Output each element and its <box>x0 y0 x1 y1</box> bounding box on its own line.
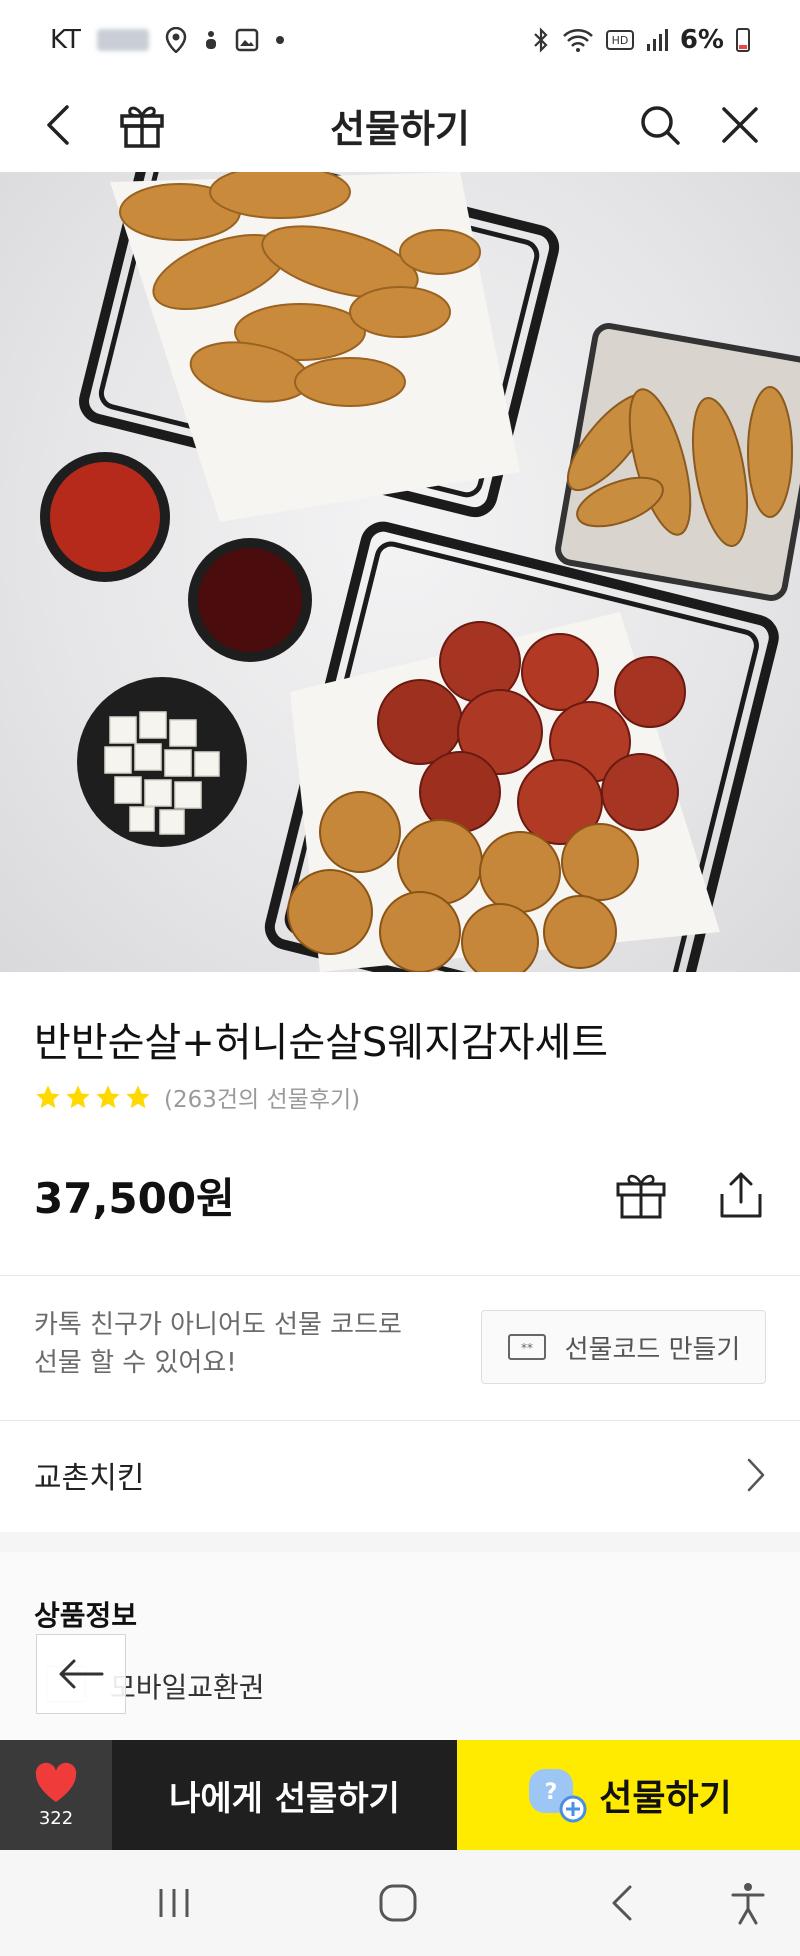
recent-apps-button[interactable] <box>134 1850 214 1956</box>
share-button[interactable] <box>711 1165 771 1225</box>
gift-icon <box>616 1174 666 1219</box>
status-left: KT <box>50 25 285 55</box>
star-icon <box>126 1085 150 1109</box>
back-button[interactable] <box>18 80 98 170</box>
brand-name: 교촌치킨 <box>34 1461 145 1496</box>
star-icon <box>96 1085 120 1109</box>
ticket-icon: ** <box>507 1334 546 1360</box>
product-info-title: 상품정보 <box>34 1599 138 1632</box>
brand-row[interactable]: 교촌치킨 <box>0 1420 800 1530</box>
system-back-button[interactable] <box>582 1850 662 1956</box>
bottom-cta-bar: 322 나에게 선물하기 ? 선물하기 <box>0 1740 800 1850</box>
close-icon <box>722 107 758 143</box>
gallery-icon <box>235 28 259 52</box>
product-type-label: 모바일교환권 <box>110 1671 265 1704</box>
gift-to-self-label: 나에게 선물하기 <box>169 1778 400 1819</box>
gift-code-desc-line1: 카톡 친구가 아니어도 선물 코드로 <box>34 1310 402 1340</box>
accessibility-button[interactable] <box>708 1850 788 1956</box>
gift-box-button[interactable] <box>102 80 182 170</box>
battery-percent: 6% <box>679 25 724 55</box>
review-count[interactable]: (263건의 선물후기) <box>164 1080 360 1114</box>
heart-icon <box>35 1762 77 1802</box>
gift-wrap-button[interactable] <box>611 1165 671 1225</box>
gift-to-self-button[interactable]: 나에게 선물하기 <box>112 1740 457 1850</box>
wifi-icon <box>562 29 593 52</box>
wish-count: 322 <box>38 1807 74 1829</box>
divider <box>0 1275 800 1276</box>
close-button[interactable] <box>700 80 780 170</box>
svg-text:?: ? <box>545 1780 558 1805</box>
section-spacer <box>0 1532 800 1552</box>
hd-icon: HD <box>605 30 634 50</box>
system-nav-bar <box>0 1850 800 1956</box>
accessibility-icon <box>731 1883 765 1925</box>
send-gift-button[interactable]: ? 선물하기 <box>457 1740 800 1850</box>
status-right: HD 6% <box>532 25 750 55</box>
back-arrow-icon <box>47 105 69 145</box>
location-icon <box>165 27 187 53</box>
share-icon <box>720 1172 762 1218</box>
product-name: 반반순살+허니순살S웨지감자세트 <box>34 1020 609 1066</box>
search-button[interactable] <box>620 80 700 170</box>
gift-code-desc-line2: 선물 할 수 있어요! <box>34 1348 237 1378</box>
send-gift-label: 선물하기 <box>599 1778 732 1819</box>
star-icon <box>36 1085 60 1109</box>
signal-icon <box>646 29 668 51</box>
status-bar: KT HD 6% <box>0 0 800 80</box>
arrow-left-icon <box>59 1659 104 1689</box>
top-nav: 선물하기 <box>0 80 800 170</box>
recent-apps-icon <box>159 1889 189 1917</box>
carrier-label: KT <box>50 25 81 55</box>
star-icon <box>66 1085 90 1109</box>
floating-back-button[interactable] <box>36 1634 126 1714</box>
svg-text:**: ** <box>521 1341 533 1355</box>
battery-icon <box>736 28 750 52</box>
product-price: 37,500원 <box>34 1174 235 1223</box>
search-icon <box>641 106 680 145</box>
system-back-icon <box>612 1885 632 1921</box>
product-image[interactable] <box>0 172 800 972</box>
bluetooth-icon <box>534 27 548 53</box>
chevron-right-icon <box>747 1458 765 1492</box>
create-gift-code-button[interactable]: ** 선물코드 만들기 <box>481 1310 766 1384</box>
friend-gift-icon: ? <box>529 1769 587 1823</box>
home-button[interactable] <box>358 1850 438 1956</box>
home-icon <box>379 1884 417 1922</box>
wish-button[interactable]: 322 <box>0 1740 112 1850</box>
dot-icon <box>275 36 284 44</box>
notification-icon <box>205 31 216 49</box>
gift-code-description: 카톡 친구가 아니어도 선물 코드로 선물 할 수 있어요! <box>34 1306 402 1382</box>
time-blurred <box>96 29 149 51</box>
food-illustration <box>40 172 800 972</box>
svg-text:HD: HD <box>611 34 628 47</box>
rating-row[interactable]: (263건의 선물후기) <box>34 1080 360 1114</box>
create-gift-code-label: 선물코드 만들기 <box>564 1334 741 1365</box>
gift-box-icon <box>120 106 164 148</box>
